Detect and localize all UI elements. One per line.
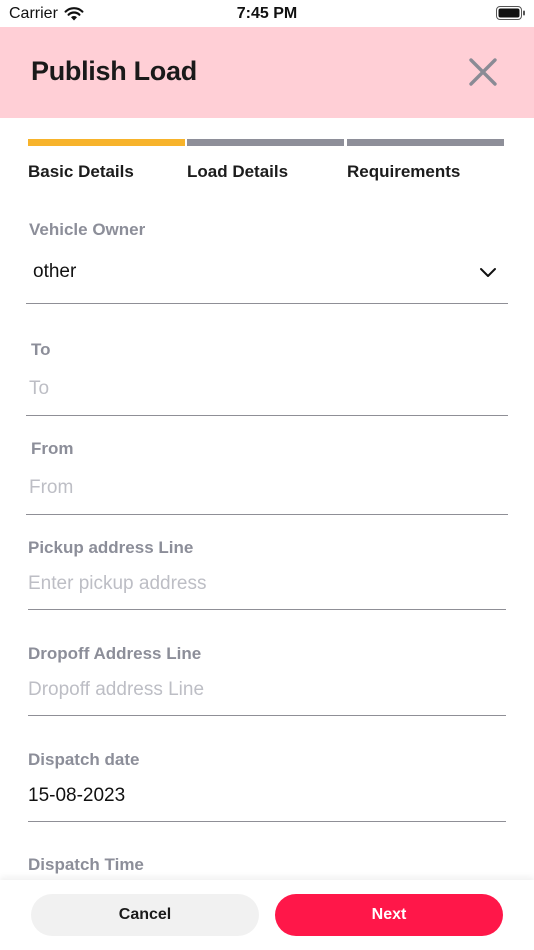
dispatch-date-field: Dispatch date 15-08-2023 <box>28 748 506 824</box>
status-bar: Carrier 7:45 PM <box>0 0 534 27</box>
step-requirements[interactable]: Requirements <box>347 139 504 182</box>
pickup-address-field: Pickup address Line Enter pickup address <box>28 536 506 612</box>
vehicle-owner-label: Vehicle Owner <box>29 220 146 239</box>
status-time: 7:45 PM <box>236 5 298 22</box>
step-basic-details[interactable]: Basic Details <box>28 139 185 182</box>
footer-actions: Cancel Next <box>0 880 534 950</box>
step-label: Requirements <box>347 162 461 181</box>
close-icon <box>469 58 497 86</box>
step-progress-bar <box>28 139 185 146</box>
vehicle-owner-field: Vehicle Owner other <box>26 218 508 306</box>
chevron-down-icon[interactable] <box>479 266 497 278</box>
dropoff-address-field: Dropoff Address Line Dropoff address Lin… <box>28 642 506 718</box>
field-underline <box>28 715 506 716</box>
to-field: To To <box>26 338 508 418</box>
from-label: From <box>31 439 74 458</box>
step-progress-bar <box>187 139 344 146</box>
step-label: Basic Details <box>28 162 134 181</box>
pickup-address-label: Pickup address Line <box>28 538 194 557</box>
step-load-details[interactable]: Load Details <box>187 139 344 182</box>
pickup-address-input[interactable]: Enter pickup address <box>28 573 207 595</box>
dropoff-address-input[interactable]: Dropoff address Line <box>28 679 204 701</box>
field-underline <box>26 303 508 304</box>
field-underline <box>26 415 508 416</box>
field-underline <box>28 609 506 610</box>
step-label: Load Details <box>187 162 289 181</box>
from-input[interactable]: From <box>29 477 73 499</box>
page-title: Publish Load <box>31 56 197 86</box>
field-underline <box>28 821 506 822</box>
dispatch-time-label: Dispatch Time <box>28 855 144 874</box>
step-progress-bar <box>347 139 504 146</box>
dispatch-date-input[interactable]: 15-08-2023 <box>28 785 125 807</box>
dropoff-address-label: Dropoff Address Line <box>28 644 202 663</box>
battery-icon <box>496 6 525 20</box>
dispatch-date-label: Dispatch date <box>28 750 140 769</box>
vehicle-owner-select[interactable]: other <box>33 261 76 283</box>
field-underline <box>26 514 508 515</box>
next-button[interactable]: Next <box>275 894 503 936</box>
to-input[interactable]: To <box>29 378 49 400</box>
header: Publish Load <box>0 27 534 118</box>
close-button[interactable] <box>468 57 498 87</box>
cancel-button[interactable]: Cancel <box>31 894 259 936</box>
dispatch-time-field: Dispatch Time <box>28 853 506 880</box>
to-label: To <box>31 340 51 359</box>
from-field: From From <box>26 437 508 517</box>
